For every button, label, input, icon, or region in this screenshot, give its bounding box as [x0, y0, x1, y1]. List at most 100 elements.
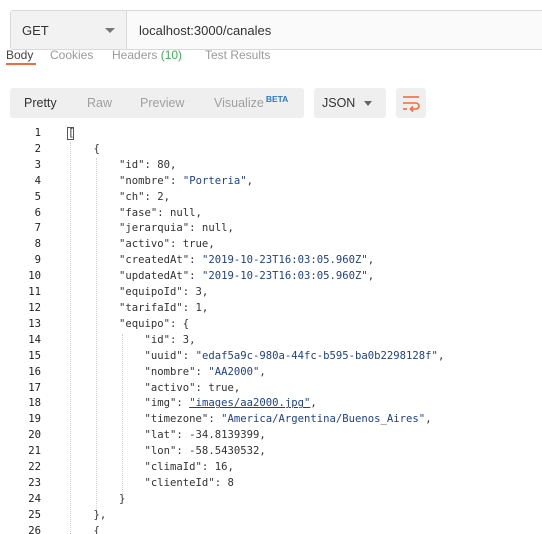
code-line: 11 "equipoId": 3,: [0, 285, 542, 301]
line-number: 20: [28, 429, 41, 442]
tab-headers-label: Headers: [112, 50, 158, 62]
format-select[interactable]: JSON: [314, 88, 386, 118]
code-line: 15 "uuid": "edaf5a9c-980a-44fc-b595-ba0b…: [0, 349, 542, 365]
line-number: 13: [28, 317, 41, 330]
code-text: [: [68, 127, 75, 139]
tab-body[interactable]: Body: [6, 50, 33, 62]
code-text: "id": 3,: [68, 333, 196, 346]
code-line: 17 "activo": true,: [0, 381, 542, 397]
active-tab-indicator: [6, 63, 36, 65]
line-number: 25: [28, 508, 41, 521]
code-text: "equipo": {: [68, 317, 190, 330]
line-number: 15: [28, 349, 41, 362]
code-line: 25 },: [0, 508, 542, 524]
wrap-lines-icon: [403, 96, 420, 113]
code-text: {: [68, 142, 100, 155]
code-lines: 1[2 {3 "id": 80, 4 "nombre": "Porteria", 5…: [0, 126, 542, 534]
view-mode-toolbar: Pretty Raw Preview Visualize BETA: [10, 88, 304, 118]
beta-badge: BETA: [265, 94, 289, 104]
code-line: 9 "createdAt": "2019-10-23T16:03:05.960Z…: [0, 253, 542, 269]
method-label: GET: [22, 23, 49, 38]
code-text: "timezone": "America/Argentina/Buenos_Ai…: [68, 413, 432, 426]
headers-count: (10): [160, 50, 183, 62]
code-line: 2 {: [0, 142, 542, 158]
line-number: 9: [34, 254, 41, 267]
code-text: "tarifaId": 1,: [68, 301, 209, 314]
wrap-lines-button[interactable]: [396, 88, 426, 118]
line-number: 17: [28, 381, 41, 394]
code-text: "activo": true,: [68, 238, 215, 251]
code-line: 1[: [0, 126, 542, 142]
format-label: JSON: [322, 96, 356, 110]
code-text: "fase": null,: [68, 206, 202, 219]
code-line: 7 "jerarquia": null,: [0, 221, 542, 237]
code-text: "uuid": "edaf5a9c-980a-44fc-b595-ba0b229…: [68, 349, 445, 362]
code-line: 3 "id": 80,: [0, 158, 542, 174]
line-number: 5: [34, 190, 41, 203]
pretty-button[interactable]: Pretty: [24, 96, 57, 110]
code-line: 19 "timezone": "America/Argentina/Buenos…: [0, 412, 542, 428]
tab-headers[interactable]: Headers (10): [112, 50, 182, 62]
code-text: "nombre": "Porteria",: [68, 174, 253, 187]
code-line: 18 "img": "images/aa2000.jpg",: [0, 396, 542, 412]
code-line: 6 "fase": null,: [0, 206, 542, 222]
code-text: "climaId": 16,: [68, 461, 234, 474]
line-number: 23: [28, 476, 41, 489]
code-text: "clienteId": 8: [68, 476, 234, 489]
code-text: "lat": -34.8139399,: [68, 429, 266, 442]
line-number: 11: [28, 286, 41, 299]
line-number: 18: [28, 397, 41, 410]
code-line: 22 "climaId": 16,: [0, 460, 542, 476]
visualize-button[interactable]: Visualize BETA: [214, 94, 289, 110]
response-body[interactable]: 1[2 {3 "id": 80, 4 "nombre": "Porteria", 5…: [0, 126, 542, 534]
visualize-label: Visualize: [214, 96, 264, 110]
code-line: 20 "lat": -34.8139399,: [0, 428, 542, 444]
line-number: 10: [28, 270, 41, 283]
code-line: 8 "activo": true,: [0, 237, 542, 253]
preview-button[interactable]: Preview: [140, 96, 184, 110]
chevron-down-icon: [364, 101, 372, 106]
code-line: 21 "lon": -58.5430532,: [0, 444, 542, 460]
method-select[interactable]: GET: [11, 11, 127, 49]
code-line: 5 "ch": 2,: [0, 190, 542, 206]
line-number: 1: [34, 127, 41, 139]
code-text: "nombre": "AA2000",: [68, 365, 266, 378]
code-line: 10 "updatedAt": "2019-10-23T16:03:05.960…: [0, 269, 542, 285]
code-line: 4 "nombre": "Porteria",: [0, 174, 542, 190]
tab-test-results[interactable]: Test Results: [205, 50, 270, 62]
code-text: {: [68, 524, 100, 534]
code-line: 12 "tarifaId": 1,: [0, 301, 542, 317]
code-text: }: [68, 492, 126, 505]
line-number: 4: [34, 174, 41, 187]
code-line: 26 {: [0, 524, 542, 534]
raw-button[interactable]: Raw: [87, 96, 112, 110]
response-tabs: Body Cookies Headers (10) Test Results: [0, 50, 542, 66]
tab-cookies[interactable]: Cookies: [50, 50, 93, 62]
code-text: "updatedAt": "2019-10-23T16:03:05.960Z",: [68, 270, 375, 283]
code-line: 16 "nombre": "AA2000",: [0, 365, 542, 381]
code-line: 24 }: [0, 492, 542, 508]
line-number: 2: [34, 142, 41, 155]
code-text: "id": 80,: [68, 158, 177, 171]
line-number: 22: [28, 461, 41, 474]
line-number: 8: [34, 238, 41, 251]
line-number: 3: [34, 158, 41, 171]
code-text: },: [68, 508, 107, 521]
line-number: 12: [28, 301, 41, 314]
code-text: "ch": 2,: [68, 190, 171, 203]
line-number: 14: [28, 333, 41, 346]
line-number: 7: [34, 222, 41, 235]
code-line: 23 "clienteId": 8: [0, 476, 542, 492]
code-text: "jerarquia": null,: [68, 222, 234, 235]
line-number: 24: [28, 492, 41, 505]
code-line: 13 "equipo": {: [0, 317, 542, 333]
code-text: "activo": true,: [68, 381, 241, 394]
url-input[interactable]: localhost:3000/canales: [139, 23, 271, 38]
code-text: "lon": -58.5430532,: [68, 445, 266, 458]
line-number: 21: [28, 445, 41, 458]
code-text: "equipoId": 3,: [68, 286, 209, 299]
line-number: 6: [34, 206, 41, 219]
line-number: 16: [28, 365, 41, 378]
line-number: 19: [28, 413, 41, 426]
request-bar: GET localhost:3000/canales: [10, 10, 542, 50]
